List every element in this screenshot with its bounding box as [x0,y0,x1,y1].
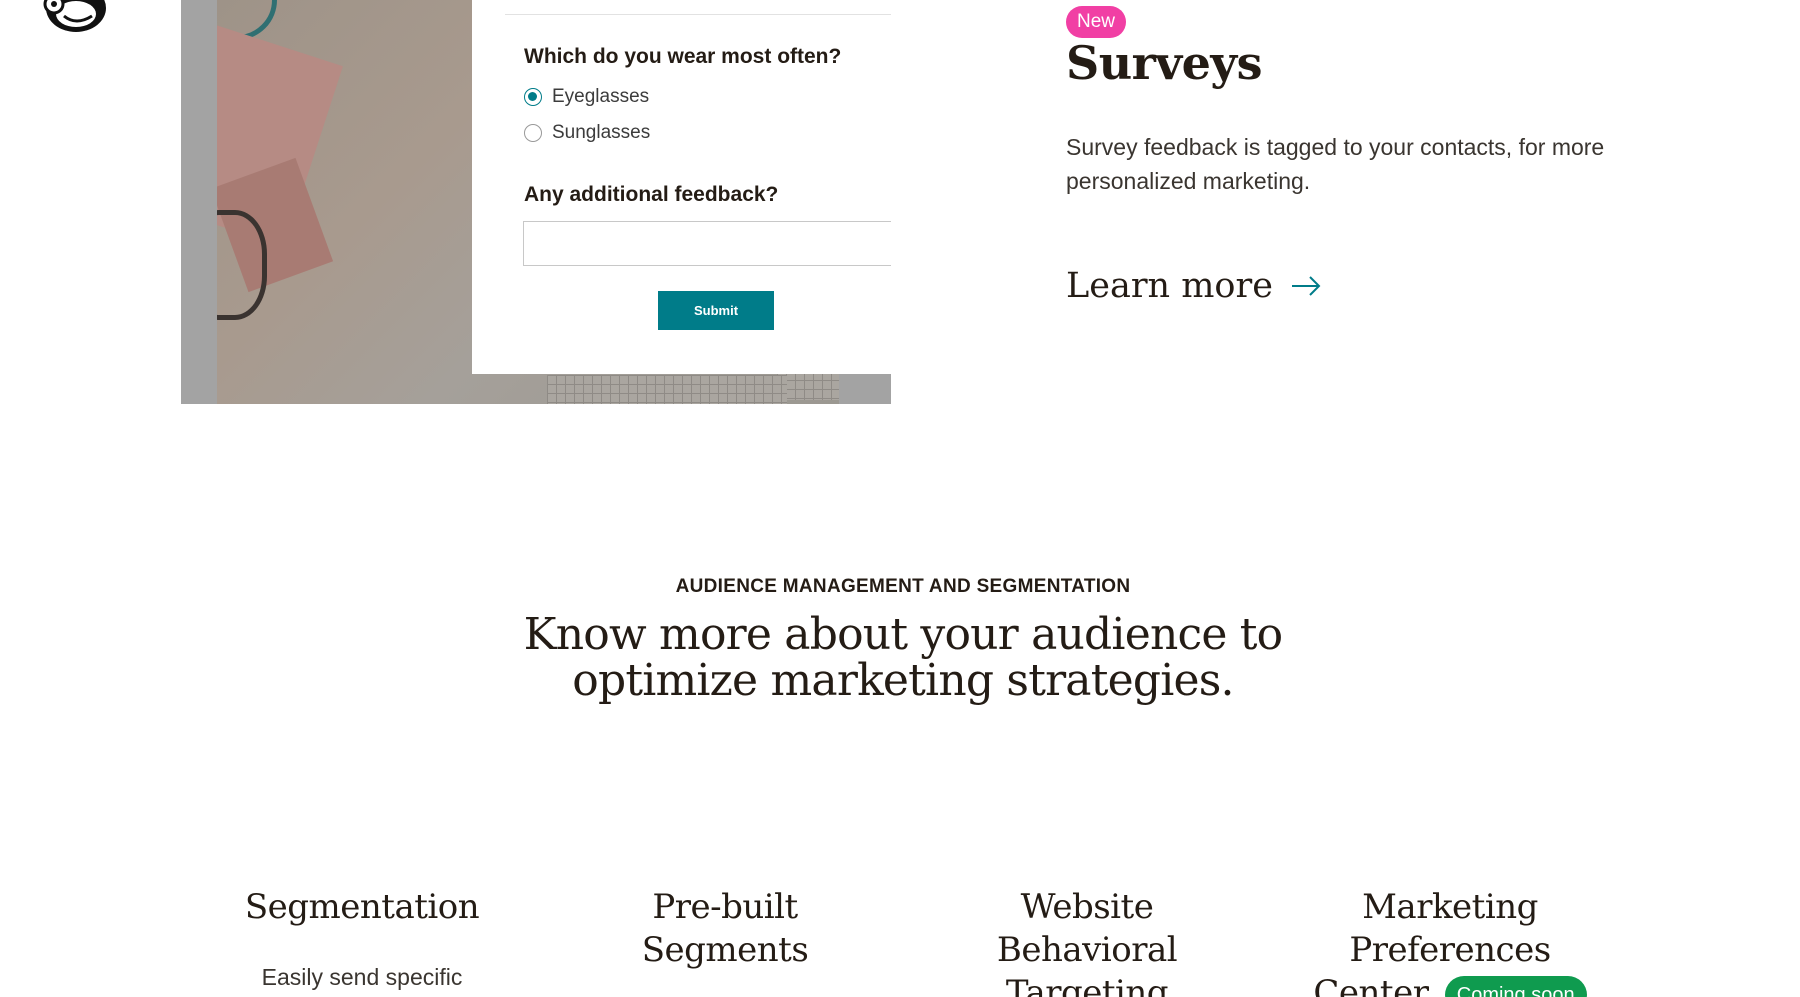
question-wear: Which do you wear most often? [524,45,842,68]
question-feedback: Any additional feedback? [524,183,779,206]
radio-unchecked-icon[interactable] [524,124,542,142]
option-sunglasses[interactable]: Sunglasses [524,122,650,144]
arrow-right-icon [1291,276,1321,296]
glasses-image [217,210,267,320]
headline-line: optimize marketing strategies. [572,655,1234,706]
radio-checked-icon[interactable] [524,88,542,106]
section-headline: Know more about your audience to optimiz… [0,612,1800,704]
surveys-title: Surveys [1066,36,1263,90]
option-eyeglasses[interactable]: Eyeglasses [524,86,649,108]
section-eyebrow: AUDIENCE MANAGEMENT AND SEGMENTATION [675,576,1131,597]
feature-prebuilt-segments: Pre-built Segments [641,887,809,970]
surveys-description: Survey feedback is tagged to your contac… [1066,134,1605,194]
feature-preferences-center: Marketing Preferences Center Coming soon [1300,886,1600,997]
submit-button[interactable]: Submit [658,291,774,330]
mailchimp-logo-icon[interactable] [36,0,110,36]
learn-more-link[interactable]: Learn more [1066,266,1321,306]
option-label: Eyeglasses [552,86,650,107]
survey-card: Which do you wear most often? Eyeglasses… [472,0,891,374]
feature-behavioral-targeting: Website Behavioral Targeting [996,887,1178,997]
option-label: Sunglasses [552,122,651,143]
feedback-input[interactable] [523,221,891,266]
coming-soon-badge: Coming soon [1444,976,1587,997]
survey-illustration: Which do you wear most often? Eyeglasses… [181,0,891,404]
divider [505,14,891,15]
feature-segmentation: Segmentation [244,887,480,927]
new-badge: New [1066,6,1127,38]
headline-line: Know more about your audience to [523,609,1283,660]
learn-more-label: Learn more [1066,266,1273,306]
feature-segmentation-description: Easily send specific [261,964,463,990]
